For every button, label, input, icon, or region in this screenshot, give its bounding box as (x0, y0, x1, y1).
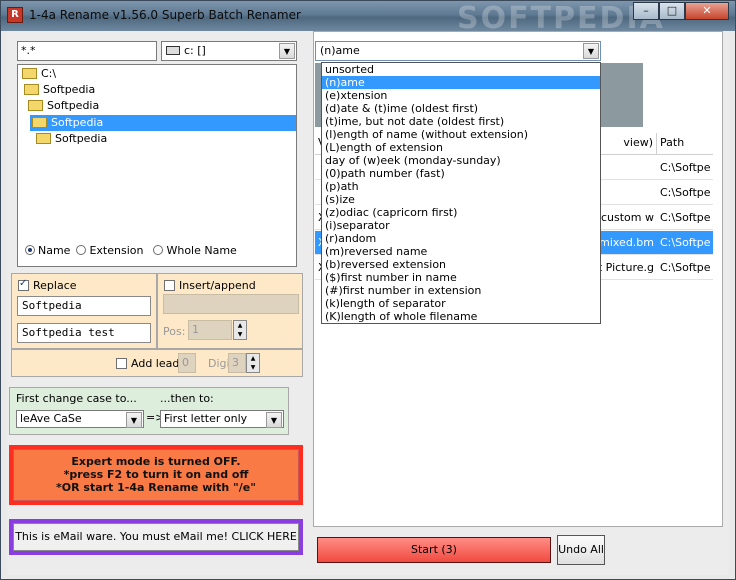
file-filter-input[interactable]: *.* (17, 41, 157, 61)
name-scope-options: Name Extension Whole Name (25, 244, 237, 257)
client-area: *.* c: [] ▼ C:\ Softpedia Softpedia Soft… (7, 31, 729, 575)
chevron-down-icon: ▼ (126, 412, 142, 428)
sort-option[interactable]: (z)odiac (capricorn first) (322, 206, 600, 219)
case-first-select[interactable]: leAve CaSe ▼ (16, 410, 144, 428)
replace-to-field[interactable]: Softpedia test (17, 323, 151, 343)
folder-icon (24, 84, 39, 95)
app-icon: R (7, 7, 23, 23)
case-then-select[interactable]: First letter only ▼ (160, 410, 284, 428)
maximize-button[interactable]: □ (659, 2, 685, 20)
sort-option[interactable]: (0)path number (fast) (322, 167, 600, 180)
case-group: First change case to... ...then to: leAv… (9, 387, 289, 435)
add-lead-checkbox[interactable]: Add lead (116, 357, 179, 370)
tree-node[interactable]: Softpedia (28, 98, 278, 114)
expert-line: Expert mode is turned OFF. (71, 455, 241, 468)
expert-line: *OR start 1-4a Rename with "/e" (56, 481, 256, 494)
sort-option[interactable]: (i)separator (322, 219, 600, 232)
app-window: R 1-4a Rename v1.56.0 Superb Batch Renam… (0, 0, 736, 580)
drive-icon (166, 46, 180, 55)
insert-group: Insert/append Pos: 1 ▲ ▼ (157, 273, 303, 349)
close-button[interactable]: ✕ (685, 2, 729, 20)
chevron-down-icon[interactable]: ▼ (583, 43, 599, 59)
drive-value: c: [] (184, 44, 206, 57)
folder-tree[interactable]: C:\ Softpedia Softpedia Softpedia Softpe… (17, 64, 297, 267)
folder-icon (28, 100, 43, 111)
radio-name[interactable]: Name (25, 244, 70, 257)
folder-icon (22, 68, 37, 79)
sort-option[interactable]: (#)first number in extension (322, 284, 600, 297)
pos-field[interactable]: 1 (188, 320, 232, 340)
email-banner[interactable]: This is eMail ware. You must eMail me! C… (9, 519, 303, 555)
digits-spinner[interactable]: ▲ ▼ (246, 353, 260, 373)
sort-option[interactable]: (e)xtension (322, 89, 600, 102)
digits-field[interactable]: 3 (228, 353, 246, 373)
replace-from-field[interactable]: Softpedia (17, 296, 151, 316)
tree-node[interactable]: Softpedia (24, 82, 274, 98)
minimize-button[interactable]: – (633, 2, 659, 20)
pos-spinner[interactable]: ▲ ▼ (233, 320, 247, 340)
sort-option[interactable]: (k)length of separator (322, 297, 600, 310)
sort-option[interactable]: (d)ate & (t)ime (oldest first) (322, 102, 600, 115)
sort-select[interactable]: (n)ame ▼ (315, 41, 601, 61)
sort-option[interactable]: (s)ize (322, 193, 600, 206)
replace-checkbox[interactable]: Replace (18, 278, 77, 292)
sort-option[interactable]: (K)length of whole filename (322, 310, 600, 323)
case-first-label: First change case to... (16, 392, 137, 405)
case-then-label: ...then to: (160, 392, 214, 405)
sort-option[interactable]: ($)first number in name (322, 271, 600, 284)
radio-extension[interactable]: Extension (76, 244, 143, 257)
chevron-down-icon: ▼ (266, 412, 282, 428)
lead-field[interactable]: 0 (178, 353, 196, 373)
folder-icon (36, 133, 51, 144)
sort-dropdown-list[interactable]: unsorted (n)ame (e)xtension (d)ate & (t)… (321, 62, 601, 324)
sort-option[interactable]: (b)reversed extension (322, 258, 600, 271)
drive-select[interactable]: c: [] ▼ (161, 41, 297, 61)
pos-label: Pos: (163, 325, 186, 338)
tree-node-selected[interactable]: Softpedia (30, 115, 296, 131)
sort-option[interactable]: (r)andom (322, 232, 600, 245)
sort-option[interactable]: (t)ime, but not date (oldest first) (322, 115, 600, 128)
undo-all-button[interactable]: Undo All (557, 535, 605, 565)
email-button[interactable]: This is eMail ware. You must eMail me! C… (13, 523, 299, 551)
radio-whole-name[interactable]: Whole Name (153, 244, 237, 257)
insert-text-field[interactable] (163, 294, 299, 314)
lead-group: Add lead 0 Digits: 3 ▲ ▼ (11, 349, 303, 377)
sort-option[interactable]: unsorted (322, 63, 600, 76)
sort-option-highlighted[interactable]: (n)ame (322, 76, 600, 89)
sort-option[interactable]: (l)ength of name (without extension) (322, 128, 600, 141)
sort-option[interactable]: (m)reversed name (322, 245, 600, 258)
chevron-down-icon[interactable]: ▼ (279, 43, 295, 59)
sort-option[interactable]: (p)ath (322, 180, 600, 193)
sort-option[interactable]: (L)ength of extension (322, 141, 600, 154)
replace-group: Replace Softpedia Softpedia test (11, 273, 157, 349)
expert-mode-banner[interactable]: Expert mode is turned OFF. *press F2 to … (9, 445, 303, 505)
expert-line: *press F2 to turn it on and off (63, 468, 249, 481)
folder-icon (32, 117, 47, 128)
tree-node[interactable]: Softpedia (36, 131, 286, 147)
sort-option[interactable]: day of (w)eek (monday-sunday) (322, 154, 600, 167)
window-title: 1-4a Rename v1.56.0 Superb Batch Renamer (29, 8, 301, 22)
start-button[interactable]: Start (3) (317, 537, 551, 563)
title-bar: R 1-4a Rename v1.56.0 Superb Batch Renam… (1, 1, 735, 36)
tree-node[interactable]: C:\ (22, 66, 272, 82)
sort-value: (n)ame (320, 44, 360, 57)
column-header[interactable]: Path (657, 133, 709, 154)
insert-checkbox[interactable]: Insert/append (164, 279, 256, 292)
